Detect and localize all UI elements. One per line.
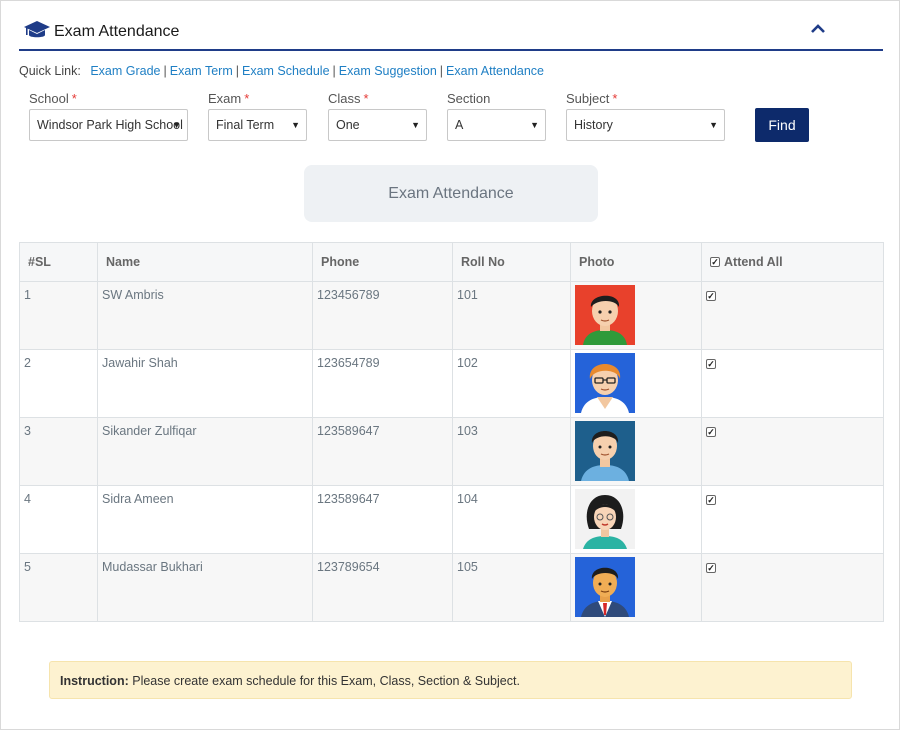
page-title: Exam Attendance xyxy=(54,23,180,40)
dropdown-caret-icon: ▼ xyxy=(172,120,181,130)
cell-attended: ✓ xyxy=(701,349,884,418)
section-label: Section xyxy=(447,91,491,106)
col-roll: Roll No xyxy=(452,242,571,282)
school-select[interactable]: Windsor Park High School ▼ xyxy=(29,109,188,141)
cell-sl: 5 xyxy=(19,553,98,622)
table-row: 4 Sidra Ameen 123589647 104 ✓ xyxy=(19,485,884,554)
cell-attended: ✓ xyxy=(701,417,884,486)
chevron-up-icon[interactable] xyxy=(809,21,827,37)
cell-roll: 105 xyxy=(452,553,571,622)
cell-phone: 123589647 xyxy=(312,417,453,486)
businessman-avatar xyxy=(575,557,635,617)
col-attend-all: ✓ Attend All xyxy=(701,242,884,282)
exam-attendance-heading: Exam Attendance xyxy=(304,165,598,222)
woman-avatar xyxy=(575,489,635,549)
quick-link-label: Quick Link: xyxy=(19,64,81,78)
exam-label: Exam * xyxy=(208,91,250,106)
quick-link-exam-term[interactable]: Exam Term xyxy=(170,64,233,78)
dropdown-caret-icon: ▼ xyxy=(709,120,718,130)
cell-roll: 101 xyxy=(452,281,571,350)
cell-photo xyxy=(570,417,702,486)
quick-link-exam-schedule[interactable]: Exam Schedule xyxy=(242,64,330,78)
man-avatar xyxy=(575,421,635,481)
cell-roll: 104 xyxy=(452,485,571,554)
attend-checkbox[interactable]: ✓ xyxy=(706,290,716,301)
quick-link-exam-grade[interactable]: Exam Grade xyxy=(90,64,160,78)
cell-attended: ✓ xyxy=(701,485,884,554)
table-row: 3 Sikander Zulfiqar 123589647 103 ✓ xyxy=(19,417,884,486)
quick-link-exam-attendance[interactable]: Exam Attendance xyxy=(446,64,544,78)
cell-name: SW Ambris xyxy=(97,281,313,350)
table-row: 2 Jawahir Shah 123654789 102 ✓ xyxy=(19,349,884,418)
subject-select[interactable]: History ▼ xyxy=(566,109,725,141)
col-photo: Photo xyxy=(570,242,702,282)
cell-name: Sikander Zulfiqar xyxy=(97,417,313,486)
cell-sl: 3 xyxy=(19,417,98,486)
table-row: 1 SW Ambris 123456789 101 ✓ xyxy=(19,281,884,350)
subject-label: Subject * xyxy=(566,91,618,106)
dropdown-caret-icon: ▼ xyxy=(411,120,420,130)
table-row: 5 Mudassar Bukhari 123789654 105 ✓ xyxy=(19,553,884,622)
cell-sl: 4 xyxy=(19,485,98,554)
section-select[interactable]: A ▼ xyxy=(447,109,546,141)
attend-checkbox[interactable]: ✓ xyxy=(706,494,716,505)
attend-checkbox[interactable]: ✓ xyxy=(706,426,716,437)
exam-select[interactable]: Final Term ▼ xyxy=(208,109,307,141)
cell-phone: 123654789 xyxy=(312,349,453,418)
attend-all-checkbox[interactable]: ✓ xyxy=(710,257,720,267)
cell-name: Mudassar Bukhari xyxy=(97,553,313,622)
dropdown-caret-icon: ▼ xyxy=(291,120,300,130)
cell-photo xyxy=(570,281,702,350)
cell-photo xyxy=(570,553,702,622)
glasses-avatar xyxy=(575,353,635,413)
cell-photo xyxy=(570,485,702,554)
graduation-cap-icon xyxy=(24,21,50,38)
school-label: School * xyxy=(29,91,77,106)
cell-attended: ✓ xyxy=(701,553,884,622)
cell-sl: 1 xyxy=(19,281,98,350)
cell-sl: 2 xyxy=(19,349,98,418)
instruction-label: Instruction: xyxy=(60,674,129,688)
quick-link-exam-suggestion[interactable]: Exam Suggestion xyxy=(339,64,437,78)
class-label: Class * xyxy=(328,91,369,106)
class-select[interactable]: One ▼ xyxy=(328,109,427,141)
exam-attendance-panel: Exam Attendance Quick Link: Exam Grade | E… xyxy=(0,0,900,730)
attend-checkbox[interactable]: ✓ xyxy=(706,562,716,573)
cell-name: Sidra Ameen xyxy=(97,485,313,554)
instruction-notice: Instruction: Please create exam schedule… xyxy=(49,661,852,699)
cell-phone: 123589647 xyxy=(312,485,453,554)
attend-checkbox[interactable]: ✓ xyxy=(706,358,716,369)
instruction-text: Please create exam schedule for this Exa… xyxy=(132,674,520,688)
boy-avatar xyxy=(575,285,635,345)
cell-attended: ✓ xyxy=(701,281,884,350)
cell-roll: 103 xyxy=(452,417,571,486)
dropdown-caret-icon: ▼ xyxy=(530,120,539,130)
find-button[interactable]: Find xyxy=(755,108,809,142)
attend-all-label: Attend All xyxy=(724,255,783,269)
col-phone: Phone xyxy=(312,242,453,282)
quick-links: Quick Link: Exam Grade | Exam Term | Exam Sc… xyxy=(19,64,545,78)
cell-photo xyxy=(570,349,702,418)
cell-phone: 123456789 xyxy=(312,281,453,350)
panel-header: Exam Attendance xyxy=(19,15,883,51)
col-sl: #SL xyxy=(19,242,98,282)
cell-phone: 123789654 xyxy=(312,553,453,622)
col-name: Name xyxy=(97,242,313,282)
attendance-table: #SL Name Phone Roll No Photo ✓ Attend All… xyxy=(19,242,884,622)
table-header-row: #SL Name Phone Roll No Photo ✓ Attend All xyxy=(19,242,884,282)
cell-name: Jawahir Shah xyxy=(97,349,313,418)
cell-roll: 102 xyxy=(452,349,571,418)
